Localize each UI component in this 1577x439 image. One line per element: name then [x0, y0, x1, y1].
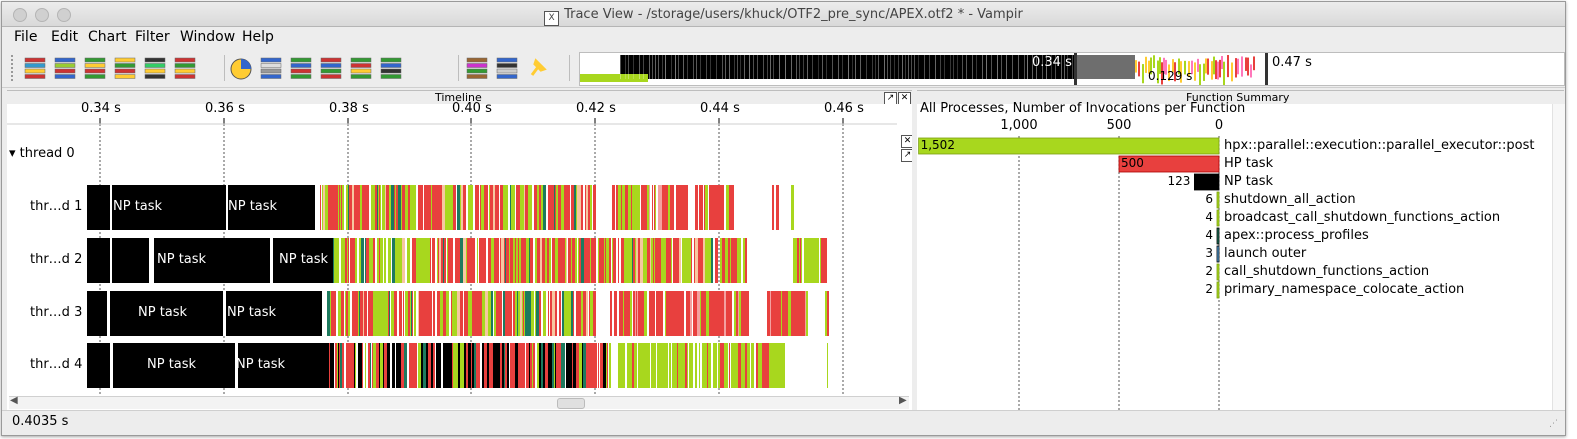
np-task-label: NP task: [147, 357, 197, 372]
summary-tick-label: 500: [1106, 118, 1132, 133]
summary-bar-value: 6: [1205, 192, 1213, 206]
np-task-label: NP task: [157, 252, 207, 267]
summary-function-label[interactable]: broadcast_call_shutdown_functions_action: [1224, 210, 1500, 225]
toolbar-grip[interactable]: [11, 55, 17, 81]
menu-bar: File Edit Chart Filter Window Help: [2, 27, 1565, 47]
np-task-label: NP task: [227, 305, 277, 320]
summary-bar-value: 3: [1205, 246, 1213, 260]
pin-icon[interactable]: [524, 55, 550, 81]
call-tree-icon[interactable]: [348, 55, 374, 81]
summary-tick-label: 0: [1214, 118, 1224, 133]
master-timeline-icon[interactable]: [22, 55, 48, 81]
menu-filter[interactable]: Filter: [135, 29, 170, 45]
toolbar-separator: [224, 55, 225, 81]
timeline-tick-label: 0.34 s: [81, 101, 121, 116]
timeline-horizontal-scrollbar[interactable]: ◀ ▶: [9, 395, 909, 409]
counter-timeline-icon[interactable]: [82, 55, 108, 81]
summary-function-label[interactable]: hpx::parallel::execution::parallel_execu…: [1224, 138, 1535, 153]
collapse-triangle-icon[interactable]: ▾: [9, 146, 16, 161]
summary-bar-value: 4: [1205, 210, 1213, 224]
summary-function-label[interactable]: shutdown_all_action: [1224, 192, 1356, 207]
summary-bar-value: 500: [1121, 156, 1144, 170]
np-task-label: NP task: [138, 305, 188, 320]
thread-label[interactable]: thr…d 2: [30, 252, 82, 267]
timeline-tick-label: 0.44 s: [700, 101, 740, 116]
summary-bar-value: 123: [1167, 174, 1191, 188]
summary-bar-value: 2: [1205, 282, 1213, 296]
summary-bar-value: 4: [1205, 228, 1213, 242]
np-task-label: NP task: [279, 252, 329, 267]
status-time: 0.4035 s: [12, 414, 69, 429]
np-task-label: NP task: [236, 357, 286, 372]
vampir-window: X Trace View - /storage/users/khuck/OTF2_…: [1, 1, 1566, 436]
overview-chart: [580, 53, 1268, 85]
thread-group-label[interactable]: ▾ thread 0: [9, 146, 75, 161]
context-view-icon[interactable]: [464, 55, 490, 81]
scroll-right-icon[interactable]: ▶: [899, 395, 907, 406]
filter-group-icon[interactable]: [494, 55, 520, 81]
np-task-label: NP task: [113, 199, 163, 214]
menu-edit[interactable]: Edit: [51, 29, 78, 45]
thread-label[interactable]: thr…d 4: [30, 357, 82, 372]
timeline-chart[interactable]: 0.34 s 0.36 s 0.38 s 0.40 s 0.42 s 0.44 s 0.46…: [7, 101, 914, 410]
summary-bar-value: 2: [1205, 264, 1213, 278]
io-summary-icon[interactable]: [318, 55, 344, 81]
summary-function-label[interactable]: apex::process_profiles: [1224, 228, 1369, 243]
timeline-tick-label: 0.36 s: [205, 101, 245, 116]
communication-matrix-icon[interactable]: [288, 55, 314, 81]
summary-tick-label: 1,000: [1000, 118, 1038, 133]
menu-window[interactable]: Window: [180, 29, 235, 45]
timeline-tick-label: 0.46 s: [824, 101, 864, 116]
np-task-label: NP task: [228, 199, 278, 214]
menu-chart[interactable]: Chart: [88, 29, 126, 45]
thread-row: [87, 291, 829, 336]
summary-function-label[interactable]: primary_namespace_colocate_action: [1224, 282, 1464, 297]
menu-help[interactable]: Help: [242, 29, 274, 45]
performance-radar-icon[interactable]: [112, 55, 138, 81]
overview-zoom-label: 0.129 s: [1148, 69, 1193, 83]
timeline-tick-label: 0.38 s: [329, 101, 369, 116]
timeline-tick-label: 0.40 s: [452, 101, 492, 116]
message-summary-icon[interactable]: [258, 55, 284, 81]
pie-chart-icon[interactable]: [228, 55, 254, 81]
timeline-tick-label: 0.42 s: [576, 101, 616, 116]
thread-row: [87, 185, 794, 230]
summary-function-label[interactable]: NP task: [1224, 174, 1273, 189]
thread-label[interactable]: thr…d 1: [30, 199, 82, 214]
x11-icon: X: [544, 11, 560, 26]
window-title: X Trace View - /storage/users/khuck/OTF2_…: [2, 7, 1565, 26]
toolbar-separator: [569, 55, 570, 81]
summary-vertical-scrollbar[interactable]: [1552, 104, 1565, 410]
summary-function-label[interactable]: HP task: [1224, 156, 1273, 171]
summary-function-label[interactable]: call_shutdown_functions_action: [1224, 264, 1429, 279]
zoom-overview[interactable]: 0.34 s 0.129 s 0.47 s: [579, 52, 1565, 86]
thread-row: [87, 343, 828, 388]
overview-left-label: 0.34 s: [1032, 55, 1072, 70]
thread-label[interactable]: thr…d 3: [30, 305, 82, 320]
process-timeline-icon[interactable]: [52, 55, 78, 81]
title-bar: X Trace View - /storage/users/khuck/OTF2_…: [2, 2, 1565, 27]
process-summary-icon[interactable]: [172, 55, 198, 81]
summary-bar-value: 1,502: [920, 138, 955, 152]
resize-grip-icon[interactable]: ⋰: [1549, 419, 1558, 429]
menu-file[interactable]: File: [14, 29, 37, 45]
toolbar-separator: [458, 55, 459, 81]
status-bar: 0.4035 s ⋰: [2, 410, 1565, 435]
overview-right-label: 0.47 s: [1272, 55, 1312, 70]
summary-function-label[interactable]: launch outer: [1224, 246, 1306, 261]
scroll-left-icon[interactable]: ◀: [10, 395, 18, 406]
summary-chart-icon[interactable]: [142, 55, 168, 81]
function-summary-chart[interactable]: All Processes, Number of Invocations per…: [917, 101, 1565, 410]
scrollbar-thumb[interactable]: [557, 398, 585, 409]
timeline-svg: [7, 118, 897, 394]
function-legend-icon[interactable]: [378, 55, 404, 81]
